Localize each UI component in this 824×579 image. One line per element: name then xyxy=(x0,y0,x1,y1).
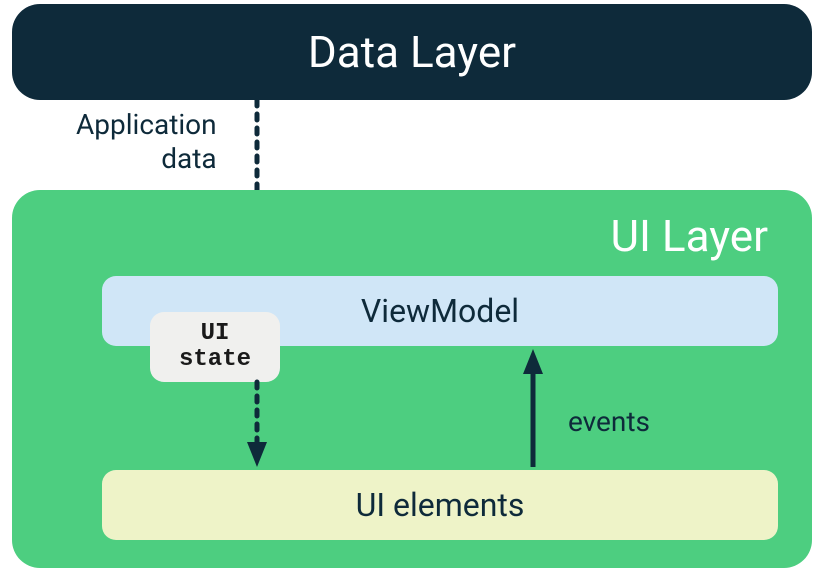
viewmodel-title: ViewModel xyxy=(361,292,519,330)
ui-state-text: UI state xyxy=(179,321,251,374)
ui-elements-box: UI elements xyxy=(102,470,778,540)
arrow-state-to-elements xyxy=(247,382,277,476)
ui-layer-title: UI Layer xyxy=(610,210,768,262)
data-layer-box: Data Layer xyxy=(12,4,812,100)
data-layer-title: Data Layer xyxy=(308,26,516,78)
ui-state-badge: UI state xyxy=(150,312,280,382)
application-data-label: Application data xyxy=(76,108,217,175)
ui-elements-title: UI elements xyxy=(356,486,525,524)
ui-layer-box: UI Layer ViewModel UI state events UI el… xyxy=(12,190,812,568)
events-label: events xyxy=(568,405,650,438)
application-data-text: Application data xyxy=(76,108,217,175)
arrow-elements-to-viewmodel xyxy=(523,349,553,473)
